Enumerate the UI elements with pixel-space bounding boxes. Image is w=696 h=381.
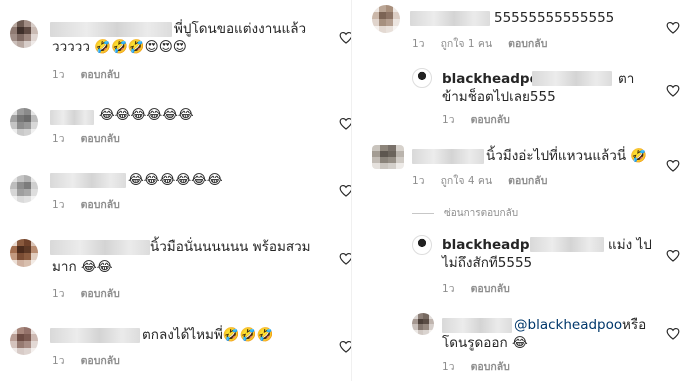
comment-time[interactable]: 1ว [412, 35, 425, 52]
reply-button[interactable]: ตอบกลับ [81, 130, 120, 147]
reply-button[interactable]: ตอบกลับ [471, 111, 510, 128]
avatar[interactable] [412, 235, 432, 255]
comment-text: 55555555555555 [494, 10, 615, 26]
comment-meta: 1ว ตอบกลับ [442, 111, 510, 128]
avatar[interactable] [412, 313, 434, 335]
blurred-mention [532, 71, 612, 86]
comment-text: @blackheadpoo [514, 314, 622, 336]
comment-text-tail: แม่ง ไป [608, 237, 652, 253]
hide-replies-label: ซ่อนการตอบกลับ [444, 208, 519, 219]
comment-text: 😂😂😂😂😂😂 [128, 172, 223, 188]
column-divider [351, 0, 357, 381]
reply-button[interactable]: ตอบกลับ [508, 35, 547, 52]
reply-button[interactable]: ตอบกลับ [81, 66, 120, 83]
like-count[interactable]: ถูกใจ 1 คน [441, 35, 493, 52]
reply-button[interactable]: ตอบกลับ [471, 280, 510, 297]
blurred-username [442, 318, 512, 333]
avatar[interactable] [10, 20, 38, 48]
comment-text: นิ้วมือนั่นนนนนน พร้อมสวม [150, 239, 311, 255]
comment-text: นิ้วมีงอ่ะไปที่แหวนแล้วนี่ 🤣 [486, 148, 648, 164]
blurred-username [50, 110, 94, 125]
comment-text: 😂😂😂😂😂😂 [99, 107, 194, 123]
comment-meta: 1ว ตอบกลับ [52, 130, 120, 147]
blurred-username [50, 240, 150, 255]
comment-time[interactable]: 1ว [52, 285, 65, 302]
avatar[interactable] [372, 5, 400, 33]
comment-meta: 1ว ตอบกลับ [52, 352, 120, 369]
comment-meta: 1ว ตอบกลับ [52, 196, 120, 213]
avatar[interactable] [372, 145, 404, 169]
comment-meta: 1ว ตอบกลับ [52, 66, 120, 83]
avatar[interactable] [10, 175, 38, 203]
blurred-username [50, 173, 126, 188]
comment-time[interactable]: 1ว [52, 66, 65, 83]
comment-time[interactable]: 1ว [442, 358, 455, 375]
hide-replies-button[interactable]: ซ่อนการตอบกลับ [412, 206, 518, 221]
comment-text-line2: โดนรูดออก 😂 [442, 335, 528, 351]
comment-text-tail: หรือ [622, 317, 647, 333]
comment-text-line2: มาก 😂😂 [52, 259, 113, 275]
comment-text-line2: ววววว 🤣🤣🤣😍😍😍 [52, 39, 187, 55]
reply-button[interactable]: ตอบกลับ [81, 352, 120, 369]
blurred-mention [530, 237, 604, 252]
reply-button[interactable]: ตอบกลับ [81, 196, 120, 213]
heart-icon[interactable] [666, 159, 680, 172]
blurred-username [50, 328, 140, 343]
comment-text-line2: ข้ามช็อตไปเลย555 [442, 89, 556, 105]
avatar[interactable] [10, 327, 38, 355]
blurred-username [50, 22, 172, 37]
comment-time[interactable]: 1ว [442, 280, 455, 297]
heart-icon[interactable] [666, 249, 680, 262]
avatar[interactable] [412, 68, 432, 88]
blurred-username [410, 11, 490, 26]
comment-meta: 1ว ตอบกลับ [442, 358, 510, 375]
avatar[interactable] [10, 108, 38, 136]
comment-text-line2: ไม่ถึงสักที5555 [442, 255, 533, 271]
comment-meta: 1ว ถูกใจ 4 คน ตอบกลับ [412, 172, 547, 189]
comment-text: พี่ปูโดนขอแต่งงานแล้ว [174, 21, 307, 37]
blurred-username [412, 149, 484, 164]
comment-time[interactable]: 1ว [52, 130, 65, 147]
reply-button[interactable]: ตอบกลับ [508, 172, 547, 189]
like-count[interactable]: ถูกใจ 4 คน [441, 172, 493, 189]
heart-icon[interactable] [666, 21, 680, 34]
hide-replies-line [412, 213, 434, 214]
comment-meta: 1ว ตอบกลับ [52, 285, 120, 302]
comment-text: ตกลงได้ไหมพี่🤣🤣🤣 [142, 327, 274, 343]
comment-meta: 1ว ตอบกลับ [442, 280, 510, 297]
comment-time[interactable]: 1ว [52, 196, 65, 213]
mention-link[interactable]: @blackheadpoo [514, 317, 622, 333]
comment-text-tail: ตา [618, 71, 635, 87]
heart-icon[interactable] [666, 327, 680, 340]
reply-button[interactable]: ตอบกลับ [81, 285, 120, 302]
heart-icon[interactable] [666, 84, 680, 97]
comment-meta: 1ว ถูกใจ 1 คน ตอบกลับ [412, 35, 547, 52]
comment-time[interactable]: 1ว [442, 111, 455, 128]
comment-time[interactable]: 1ว [52, 352, 65, 369]
avatar[interactable] [10, 239, 38, 267]
comment-time[interactable]: 1ว [412, 172, 425, 189]
reply-button[interactable]: ตอบกลับ [471, 358, 510, 375]
